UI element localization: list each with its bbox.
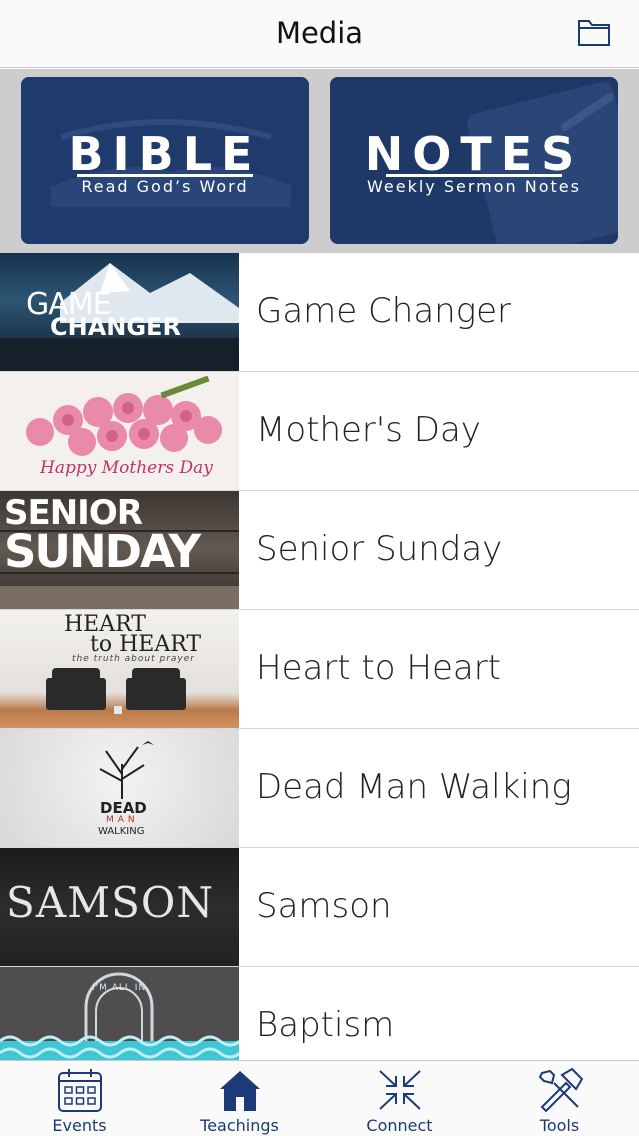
thumb-text: WALKING <box>98 826 145 837</box>
thumb-text: Happy Mothers Day <box>40 458 213 478</box>
teaching-title: Game Changer <box>256 291 511 331</box>
thumb-text: CHANGER <box>50 313 181 341</box>
list-item[interactable]: HEART to HEART the truth about prayer He… <box>0 610 639 729</box>
dead-man-walking-thumbnail: DEAD MAN WALKING <box>0 729 239 847</box>
tab-label: Teachings <box>200 1116 279 1135</box>
list-item[interactable]: DEAD MAN WALKING Dead Man Walking <box>0 729 639 848</box>
samson-thumbnail: SAMSON <box>0 848 239 966</box>
home-icon <box>216 1067 264 1113</box>
folder-icon[interactable] <box>577 17 611 47</box>
tools-icon <box>536 1067 584 1113</box>
tab-tools[interactable]: Tools <box>480 1061 639 1136</box>
list-item[interactable]: SAMSON Samson <box>0 848 639 967</box>
list-item[interactable]: Happy Mothers Day Mother's Day <box>0 372 639 491</box>
connect-arrows-icon <box>376 1067 424 1113</box>
notes-card-title: NOTES <box>364 127 584 181</box>
thumb-text: I'M ALL IN <box>92 983 147 993</box>
list-item[interactable]: SENIOR SUNDAY Senior Sunday <box>0 491 639 610</box>
teaching-title: Heart to Heart <box>256 648 502 688</box>
bible-card-subtitle: Read God’s Word <box>81 177 249 196</box>
mothers-day-thumbnail: Happy Mothers Day <box>0 372 239 490</box>
tab-teachings[interactable]: Teachings <box>160 1061 319 1136</box>
nav-header: Media <box>0 0 639 68</box>
thumb-text: the truth about prayer <box>72 654 195 664</box>
teaching-title: Baptism <box>256 1005 395 1045</box>
thumb-text: SUNDAY <box>4 525 201 578</box>
tab-label: Tools <box>539 1116 580 1135</box>
list-item[interactable]: I'M ALL IN Baptism <box>0 967 639 1061</box>
teaching-title: Dead Man Walking <box>256 767 572 807</box>
tab-label: Events <box>52 1116 107 1135</box>
teachings-list: GAME CHANGER Game Changer Happy Mothers … <box>0 253 639 1061</box>
heart-to-heart-thumbnail: HEART to HEART the truth about prayer <box>0 610 239 728</box>
tab-events[interactable]: Events <box>0 1061 159 1136</box>
bible-card-title: BIBLE <box>68 127 262 181</box>
list-item[interactable]: GAME CHANGER Game Changer <box>0 253 639 372</box>
quick-links-tray: BIBLE Read God’s Word NOTES Weekly Sermo… <box>0 69 639 253</box>
thumb-text: SAMSON <box>6 878 215 927</box>
page-title: Media <box>275 16 364 50</box>
thumb-text: MAN <box>106 815 139 825</box>
game-changer-thumbnail: GAME CHANGER <box>0 253 239 371</box>
baptism-thumbnail: I'M ALL IN <box>0 967 239 1061</box>
tab-connect[interactable]: Connect <box>320 1061 479 1136</box>
teaching-title: Mother's Day <box>256 410 481 450</box>
senior-sunday-thumbnail: SENIOR SUNDAY <box>0 491 239 609</box>
tab-label: Connect <box>366 1116 433 1135</box>
tab-bar: Events Teachings Connect Tools <box>0 1060 639 1136</box>
teaching-title: Samson <box>256 886 392 926</box>
teaching-title: Senior Sunday <box>256 529 503 569</box>
calendar-icon <box>56 1067 104 1113</box>
notes-card[interactable]: NOTES Weekly Sermon Notes <box>330 77 618 244</box>
bible-card[interactable]: BIBLE Read God’s Word <box>21 77 309 244</box>
notes-card-subtitle: Weekly Sermon Notes <box>367 177 581 196</box>
